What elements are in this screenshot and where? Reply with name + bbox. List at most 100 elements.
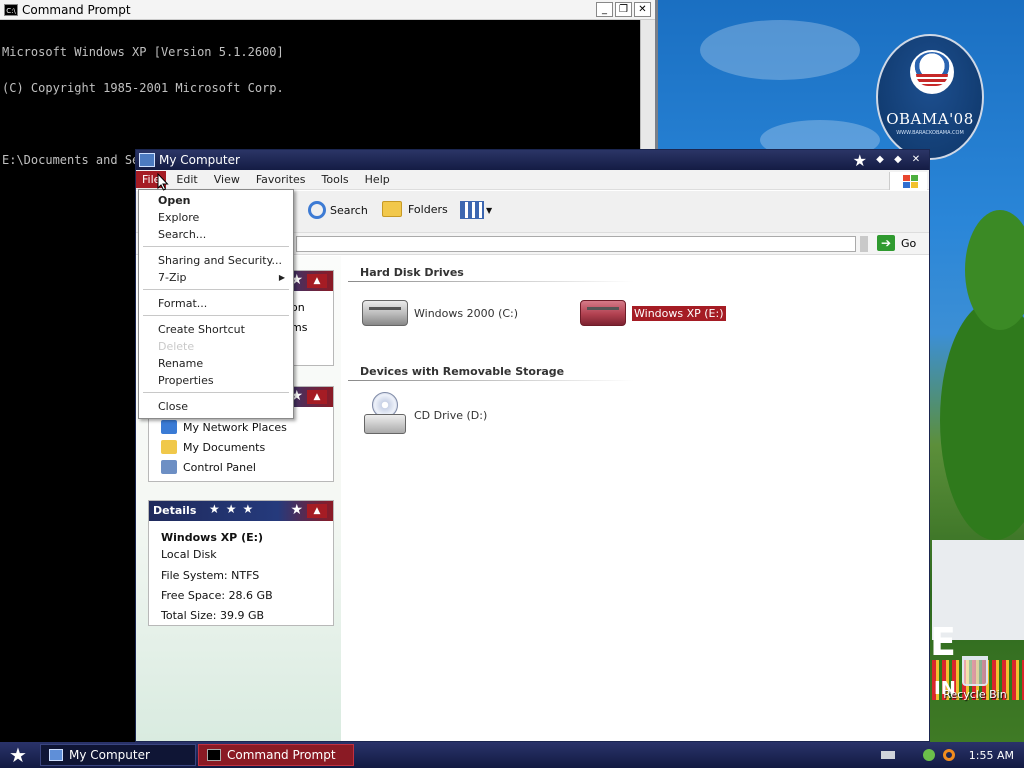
recycle-bin[interactable]: Recycle Bin (940, 656, 1010, 701)
menu-view[interactable]: View (208, 171, 246, 188)
menu-edit[interactable]: Edit (170, 171, 203, 188)
menu-favorites[interactable]: Favorites (250, 171, 312, 188)
star-icon: ★ (852, 151, 867, 170)
place-label: My Network Places (183, 420, 287, 434)
details-free-space: Free Space: 28.6 GB (161, 589, 273, 602)
menu-tools[interactable]: Tools (316, 171, 355, 188)
place-documents[interactable]: My Documents (149, 437, 333, 457)
address-dropdown[interactable] (860, 236, 868, 252)
folders-button[interactable]: Folders (382, 201, 448, 217)
group-divider (348, 281, 634, 282)
drive-label: Windows XP (E:) (631, 304, 727, 322)
menu-properties[interactable]: Properties (139, 372, 293, 389)
go-button[interactable]: ➔ Go (877, 235, 916, 251)
task-label: Command Prompt (227, 748, 336, 762)
windows-logo-icon (889, 172, 927, 190)
search-label: Search (330, 203, 368, 217)
go-label: Go (901, 236, 917, 250)
details-drive-name: Windows XP (E:) (161, 531, 264, 544)
place-label: Control Panel (183, 460, 256, 474)
menu-help[interactable]: Help (359, 171, 396, 188)
menu-create-shortcut[interactable]: Create Shortcut (139, 321, 293, 338)
folders-label: Folders (408, 202, 448, 216)
details-title: Details (153, 504, 197, 517)
menu-explore[interactable]: Explore (139, 209, 293, 226)
control-panel-icon (161, 460, 177, 474)
hard-drive-icon (362, 300, 408, 326)
mc-titlebar[interactable]: My Computer ★ ◆ ◆ ✕ (136, 150, 929, 170)
details-header[interactable]: Details ★★★ ★ ▲ (149, 501, 333, 521)
drive-label: Windows 2000 (C:) (414, 306, 519, 320)
group-removable: Devices with Removable Storage (360, 365, 565, 378)
minimize-button[interactable]: _ (596, 2, 613, 17)
minimize-button[interactable]: ◆ (873, 153, 887, 167)
chevron-down-icon: ▼ (486, 205, 493, 215)
drive-c[interactable]: Windows 2000 (C:) (362, 300, 518, 326)
documents-folder-icon (161, 440, 177, 454)
menu-delete: Delete (158, 340, 195, 353)
search-icon[interactable] (942, 749, 955, 761)
star-icon: ★ (9, 743, 27, 767)
taskbar: ★ My Computer Command Prompt 1:55 AM (0, 742, 1024, 768)
menu-sharing[interactable]: Sharing and Security... (139, 252, 293, 269)
keyboard-icon[interactable] (880, 751, 895, 759)
system-tray: 1:55 AM (880, 742, 1024, 768)
cd-drive-icon (362, 392, 408, 438)
menu-7zip-label: 7-Zip (158, 271, 187, 284)
task-command-prompt[interactable]: Command Prompt (198, 744, 354, 766)
cmd-line (2, 118, 653, 130)
badge-text: OBAMA'08 (886, 110, 974, 128)
restore-button[interactable]: ❐ (615, 2, 632, 17)
drive-label: CD Drive (D:) (414, 408, 488, 422)
arrow-right-icon: ➔ (877, 235, 895, 251)
stars-decoration: ★★★ (209, 502, 260, 516)
details-total-size: Total Size: 39.9 GB (161, 609, 265, 622)
details-file-system: File System: NTFS (161, 569, 260, 582)
network-places-icon (161, 420, 177, 434)
place-control-panel[interactable]: Control Panel (149, 457, 333, 477)
menu-bar: File Edit View Favorites Tools Help (136, 170, 929, 190)
campaign-logo-icon (910, 50, 954, 94)
cmd-icon (207, 749, 221, 761)
cmd-titlebar[interactable]: C:\ Command Prompt _ ❐ ✕ (0, 0, 655, 20)
task-label: My Computer (69, 748, 150, 762)
close-button[interactable]: ✕ (634, 2, 651, 17)
chevron-up-icon[interactable]: ▲ (307, 390, 327, 404)
folder-icon (382, 201, 402, 217)
mc-title: My Computer (159, 153, 240, 167)
chevron-up-icon[interactable]: ▲ (307, 504, 327, 518)
place-network[interactable]: My Network Places (149, 417, 333, 437)
menu-open[interactable]: Open (139, 192, 293, 209)
task-my-computer[interactable]: My Computer (40, 744, 196, 766)
group-hard-disk: Hard Disk Drives (360, 266, 464, 279)
maximize-button[interactable]: ◆ (891, 153, 905, 167)
address-input[interactable] (296, 236, 856, 252)
recycle-bin-label: Recycle Bin (943, 688, 1007, 701)
cmd-icon: C:\ (4, 3, 18, 16)
menu-separator (143, 315, 289, 316)
group-divider (348, 380, 634, 381)
chevron-up-icon[interactable]: ▲ (307, 274, 327, 288)
cloud (700, 20, 860, 80)
views-icon (460, 201, 484, 219)
star-icon: ★ (290, 502, 303, 518)
search-button[interactable]: Search (308, 201, 368, 219)
network-icon[interactable] (922, 749, 935, 761)
menu-close[interactable]: Close (139, 398, 293, 415)
menu-rename[interactable]: Rename (139, 355, 293, 372)
drive-e[interactable]: Windows XP (E:) (580, 300, 727, 326)
start-button[interactable]: ★ (0, 742, 36, 768)
chevron-right-icon: ▶ (278, 273, 285, 282)
menu-7zip[interactable]: 7-Zip ▶ (139, 269, 293, 286)
mouse-cursor-icon (157, 172, 169, 194)
my-computer-icon (139, 153, 155, 167)
close-button[interactable]: ✕ (909, 153, 923, 167)
clock[interactable]: 1:55 AM (969, 749, 1014, 762)
badge-url: WWW.BARACKOBAMA.COM (896, 130, 964, 136)
menu-search[interactable]: Search... (139, 226, 293, 243)
cmd-scrollbar[interactable] (640, 20, 655, 150)
drive-d[interactable]: CD Drive (D:) (362, 392, 487, 438)
views-button[interactable]: ▼ (460, 201, 492, 219)
campaign-badge: OBAMA'08 WWW.BARACKOBAMA.COM (876, 34, 984, 160)
menu-format[interactable]: Format... (139, 295, 293, 312)
